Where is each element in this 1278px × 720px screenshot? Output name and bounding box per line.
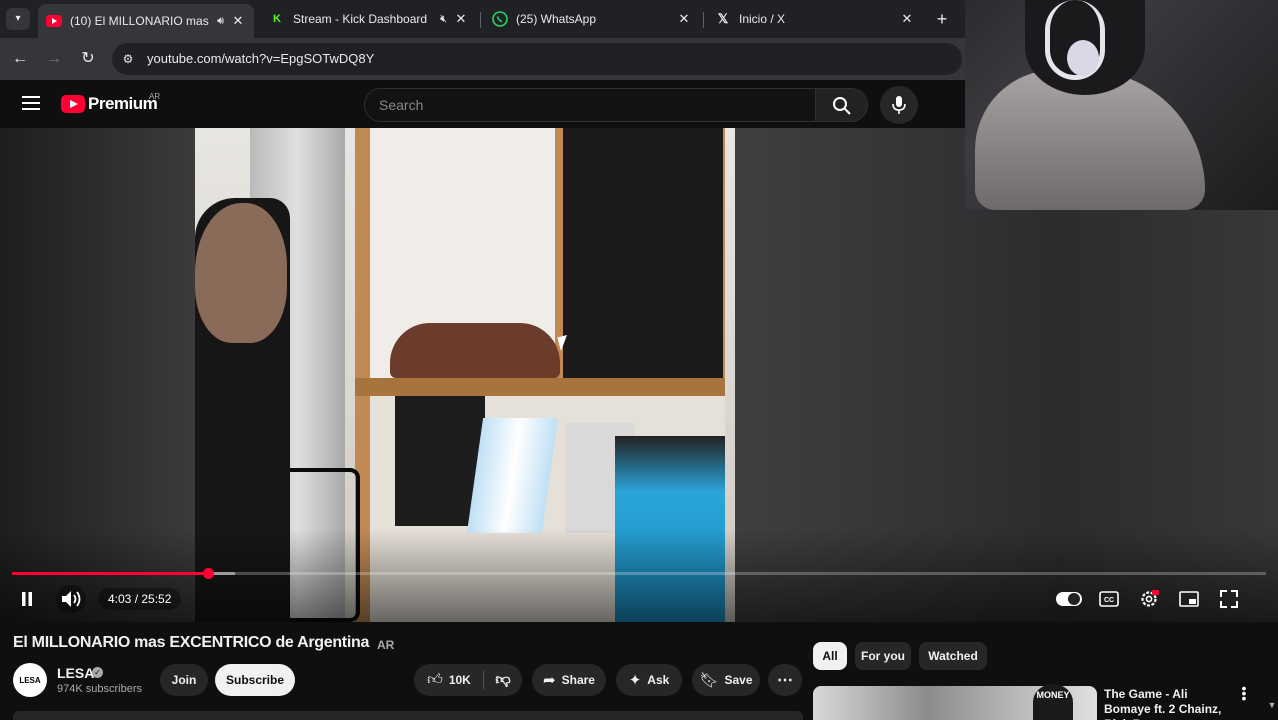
- subtitles-button[interactable]: CC: [1096, 586, 1122, 612]
- ask-button[interactable]: ✦ Ask: [616, 664, 682, 696]
- progress-bar[interactable]: [12, 568, 1266, 579]
- save-button[interactable]: 🔖︎ Save: [692, 664, 760, 696]
- webcam-earcup: [1067, 40, 1099, 76]
- search-icon: [833, 97, 851, 115]
- share-icon: ➦: [543, 672, 556, 689]
- tab-separator: [480, 12, 481, 28]
- more-actions-button[interactable]: ⋯: [768, 664, 802, 696]
- subscribe-button[interactable]: Subscribe: [215, 664, 295, 696]
- share-button[interactable]: ➦ Share: [532, 664, 606, 696]
- tab-title: (10) El MILLONARIO mas EX: [70, 14, 214, 28]
- youtube-masthead: Premium AR Search: [0, 80, 965, 128]
- microphone-icon: [892, 96, 906, 114]
- settings-button[interactable]: [1136, 586, 1162, 612]
- verified-icon: ✓: [92, 667, 103, 678]
- subscriber-count: 974K subscribers: [57, 683, 142, 695]
- chip-watched[interactable]: Watched: [919, 642, 987, 670]
- youtube-icon: [46, 13, 62, 29]
- like-button[interactable]: 👍︎ 10K: [414, 664, 484, 696]
- mute-button[interactable]: [56, 585, 86, 613]
- close-tab-icon[interactable]: ✕: [676, 11, 692, 27]
- video-boots: [390, 323, 560, 378]
- captions-icon: CC: [1099, 591, 1119, 607]
- search-button[interactable]: [816, 88, 868, 122]
- search-input[interactable]: Search: [364, 88, 816, 122]
- thumbs-up-icon: 👍︎: [427, 671, 443, 688]
- forward-icon[interactable]: →: [44, 49, 64, 69]
- video-title: El MILLONARIO mas EXCENTRICO de Argentin…: [13, 634, 370, 651]
- save-label: Save: [724, 673, 753, 687]
- tab-youtube[interactable]: (10) El MILLONARIO mas EX 🔊︎ ✕: [38, 4, 254, 38]
- video-shelf-board: [355, 378, 725, 396]
- voice-search-button[interactable]: [880, 86, 918, 124]
- pause-button[interactable]: [14, 586, 40, 612]
- description-box[interactable]: [13, 711, 803, 720]
- autoplay-toggle[interactable]: [1056, 592, 1082, 606]
- tab-whatsapp[interactable]: (25) WhatsApp ✕: [484, 4, 700, 34]
- browser-toolbar: ← → ↻ ⚙︎ youtube.com/watch?v=EpgSOTwDQ8Y: [0, 38, 965, 80]
- address-bar[interactable]: ⚙︎ youtube.com/watch?v=EpgSOTwDQ8Y: [112, 43, 962, 75]
- search-placeholder: Search: [379, 97, 424, 113]
- site-settings-icon[interactable]: ⚙︎: [120, 51, 136, 67]
- reload-icon[interactable]: ↻: [78, 49, 98, 69]
- gear-icon: [1141, 590, 1159, 607]
- channel-avatar[interactable]: LESA: [13, 663, 47, 697]
- join-button[interactable]: Join: [160, 664, 208, 696]
- ask-label: Ask: [647, 673, 670, 687]
- controls-gradient: [0, 528, 1278, 622]
- browser-tab-strip: ▾ (10) El MILLONARIO mas EX 🔊︎ ✕ K Strea…: [0, 0, 965, 38]
- url-text[interactable]: youtube.com/watch?v=EpgSOTwDQ8Y: [147, 51, 374, 66]
- video-title-badge: AR: [377, 638, 395, 652]
- chip-all[interactable]: All: [813, 642, 847, 670]
- avatar-text: LESA: [19, 675, 41, 685]
- share-label: Share: [561, 673, 595, 687]
- whatsapp-icon: [492, 11, 508, 27]
- close-tab-icon[interactable]: ✕: [453, 11, 469, 27]
- pause-icon: [22, 592, 32, 606]
- kick-icon: K: [273, 13, 281, 25]
- back-icon[interactable]: ←: [10, 49, 30, 69]
- bookmark-icon: 🔖︎: [699, 672, 719, 689]
- chip-for-you[interactable]: For you: [855, 642, 911, 670]
- brand-name[interactable]: Premium: [88, 94, 158, 114]
- webcam-overlay: [965, 0, 1278, 210]
- x-icon: 𝕏: [717, 11, 729, 26]
- youtube-logo-icon[interactable]: [61, 95, 85, 113]
- channel-name[interactable]: LESA: [57, 665, 94, 681]
- thumbnail-text: MONEY: [1033, 684, 1073, 720]
- fullscreen-button[interactable]: [1216, 586, 1242, 612]
- region-code: AR: [149, 92, 161, 101]
- tab-kick-dashboard[interactable]: K Stream - Kick Dashboard 🔇︎ ✕: [261, 4, 477, 34]
- new-tab-button[interactable]: +: [932, 9, 952, 29]
- dislike-button[interactable]: 👎︎: [484, 664, 522, 696]
- menu-icon[interactable]: [22, 96, 40, 110]
- sparkle-icon: ✦: [628, 672, 642, 689]
- like-count: 10K: [448, 673, 471, 687]
- tab-separator: [703, 12, 704, 28]
- tab-title: (25) WhatsApp: [516, 12, 597, 26]
- svg-text:CC: CC: [1104, 597, 1114, 604]
- fullscreen-icon: [1220, 590, 1238, 608]
- recommendation-title[interactable]: The Game - Ali Bomaye ft. 2 Chainz, Rick…: [1104, 687, 1234, 720]
- miniplayer-icon: [1179, 591, 1199, 607]
- video-shelf-compartment: [563, 128, 723, 382]
- thumbs-down-icon: 👎︎: [495, 671, 511, 688]
- tab-x[interactable]: 𝕏 Inicio / X ✕: [707, 4, 923, 34]
- tab-title: Inicio / X: [739, 12, 786, 26]
- more-vertical-icon[interactable]: • • •: [1238, 681, 1250, 705]
- speaker-icon[interactable]: 🔊︎: [217, 15, 224, 28]
- more-horizontal-icon: ⋯: [777, 672, 793, 689]
- volume-icon: [62, 591, 81, 607]
- progress-played: [12, 572, 209, 575]
- time-display: 4:03 / 25:52: [98, 588, 182, 610]
- tab-search-menu-button[interactable]: ▾: [6, 8, 30, 30]
- scrollbar-down-arrow[interactable]: ▼: [1266, 700, 1278, 720]
- miniplayer-button[interactable]: [1176, 586, 1202, 612]
- tab-title: Stream - Kick Dashboard: [293, 12, 428, 26]
- muted-icon[interactable]: 🔇︎: [440, 13, 447, 26]
- close-tab-icon[interactable]: ✕: [899, 11, 915, 27]
- video-person-head: [195, 203, 287, 343]
- close-tab-icon[interactable]: ✕: [230, 13, 246, 29]
